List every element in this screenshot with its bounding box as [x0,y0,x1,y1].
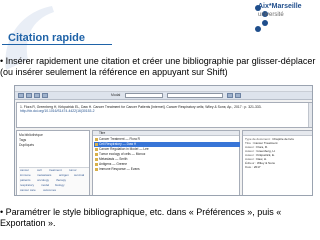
tag[interactable]: treatment [49,169,62,172]
item-author: Lee [143,147,149,151]
toolbar-button[interactable] [235,93,241,98]
tag[interactable]: outcomes [43,189,56,192]
style-select[interactable] [125,93,163,98]
item-author: Evans [130,167,140,171]
collections-pane: Ma bibliothèque Tags Dupliqués cancer ce… [16,130,90,195]
document-icon [95,163,98,166]
tag-selector: cancer cell treatment tumor immune metas… [19,167,89,195]
document-icon [95,168,98,171]
page-title: Citation rapide [8,32,86,44]
item-info-pane: Type de document : Chapitre de livre Tit… [242,130,312,195]
title-underline [2,44,112,45]
item-author: Daw H [126,142,137,146]
tag[interactable]: metastasis [37,174,51,177]
search-field[interactable] [167,93,223,98]
toolbar-button[interactable] [26,93,32,98]
item-author: Greene [116,162,128,166]
collection-item[interactable]: Tags [19,138,26,142]
item-title: Antigens [99,162,112,166]
column-title: Titre [99,131,106,135]
collection-item[interactable]: Dupliqués [19,143,34,147]
university-logo: Aix*Marseille université [228,2,318,42]
tag[interactable]: tumor [69,169,77,172]
item-title: Tumor ecology of cells [99,152,131,156]
bullet-1: • Insérer rapidement une citation et cré… [0,56,316,77]
info-tabs[interactable] [243,131,312,136]
document-icon [95,153,98,156]
style-label: Modal [111,93,121,97]
toolbar: Modal [15,92,312,100]
bullet-2: • Paramétrer le style bibliographique, e… [0,207,282,228]
toolbar-button[interactable] [227,93,233,98]
document-icon [95,148,98,151]
reference-manager-screenshot: Modal 1. Flora R, Greenberg H, Kirkpatri… [14,85,313,196]
items-list: Titre Cancer Treatment — Flora R Cell Re… [92,130,240,195]
tag[interactable]: cell [37,169,42,172]
item-title: Cancer Regulation in Model [99,147,139,151]
tag[interactable]: respiratory [20,184,34,187]
document-icon [95,138,98,141]
tag[interactable]: biology [55,184,65,187]
toolbar-button[interactable] [34,93,40,98]
document-icon [95,158,98,161]
item-author: Monoz [135,152,146,156]
logo-line-2: université [258,12,284,18]
column-header[interactable]: Titre [94,131,240,136]
tag[interactable]: antigen [59,174,69,177]
item-title: Immune Response [99,167,126,171]
info-row: Date : 2017 [245,165,261,169]
item-title: Metastasis [99,157,115,161]
scrollbar[interactable] [308,103,312,127]
tag[interactable]: survival [74,174,84,177]
logo-line-1: Aix*Marseille [258,3,302,10]
logo-text: Aix*Marseille université [258,3,302,19]
quick-citation-panel: 1. Flora R, Greenberg H, Kirkpatrick EL,… [16,102,312,128]
tag[interactable]: immune [20,174,31,177]
tag[interactable]: model [41,184,49,187]
tag[interactable]: cancer [20,169,29,172]
collection-item[interactable]: Ma bibliothèque [19,133,43,137]
reference-link[interactable]: http://dx.doi.org/10.1016/S1474-4422(16)… [20,109,94,113]
item-title: Cell Respiratory [99,142,122,146]
toolbar-button[interactable] [18,93,24,98]
toolbar-button[interactable] [42,93,48,98]
tag[interactable]: patients [20,179,31,182]
info-key: Date : [245,165,254,169]
tag[interactable]: therapy [56,179,66,182]
item-author: Smith [119,157,128,161]
tag[interactable]: cancer care [20,189,36,192]
item-title: Cancer Treatment [99,137,125,141]
info-value[interactable]: 2017 [254,165,261,169]
document-icon [95,143,98,146]
item-author: Flora R [129,137,140,141]
tag[interactable]: oncology [37,179,49,182]
list-item[interactable]: Immune Response — Evans [94,167,240,172]
